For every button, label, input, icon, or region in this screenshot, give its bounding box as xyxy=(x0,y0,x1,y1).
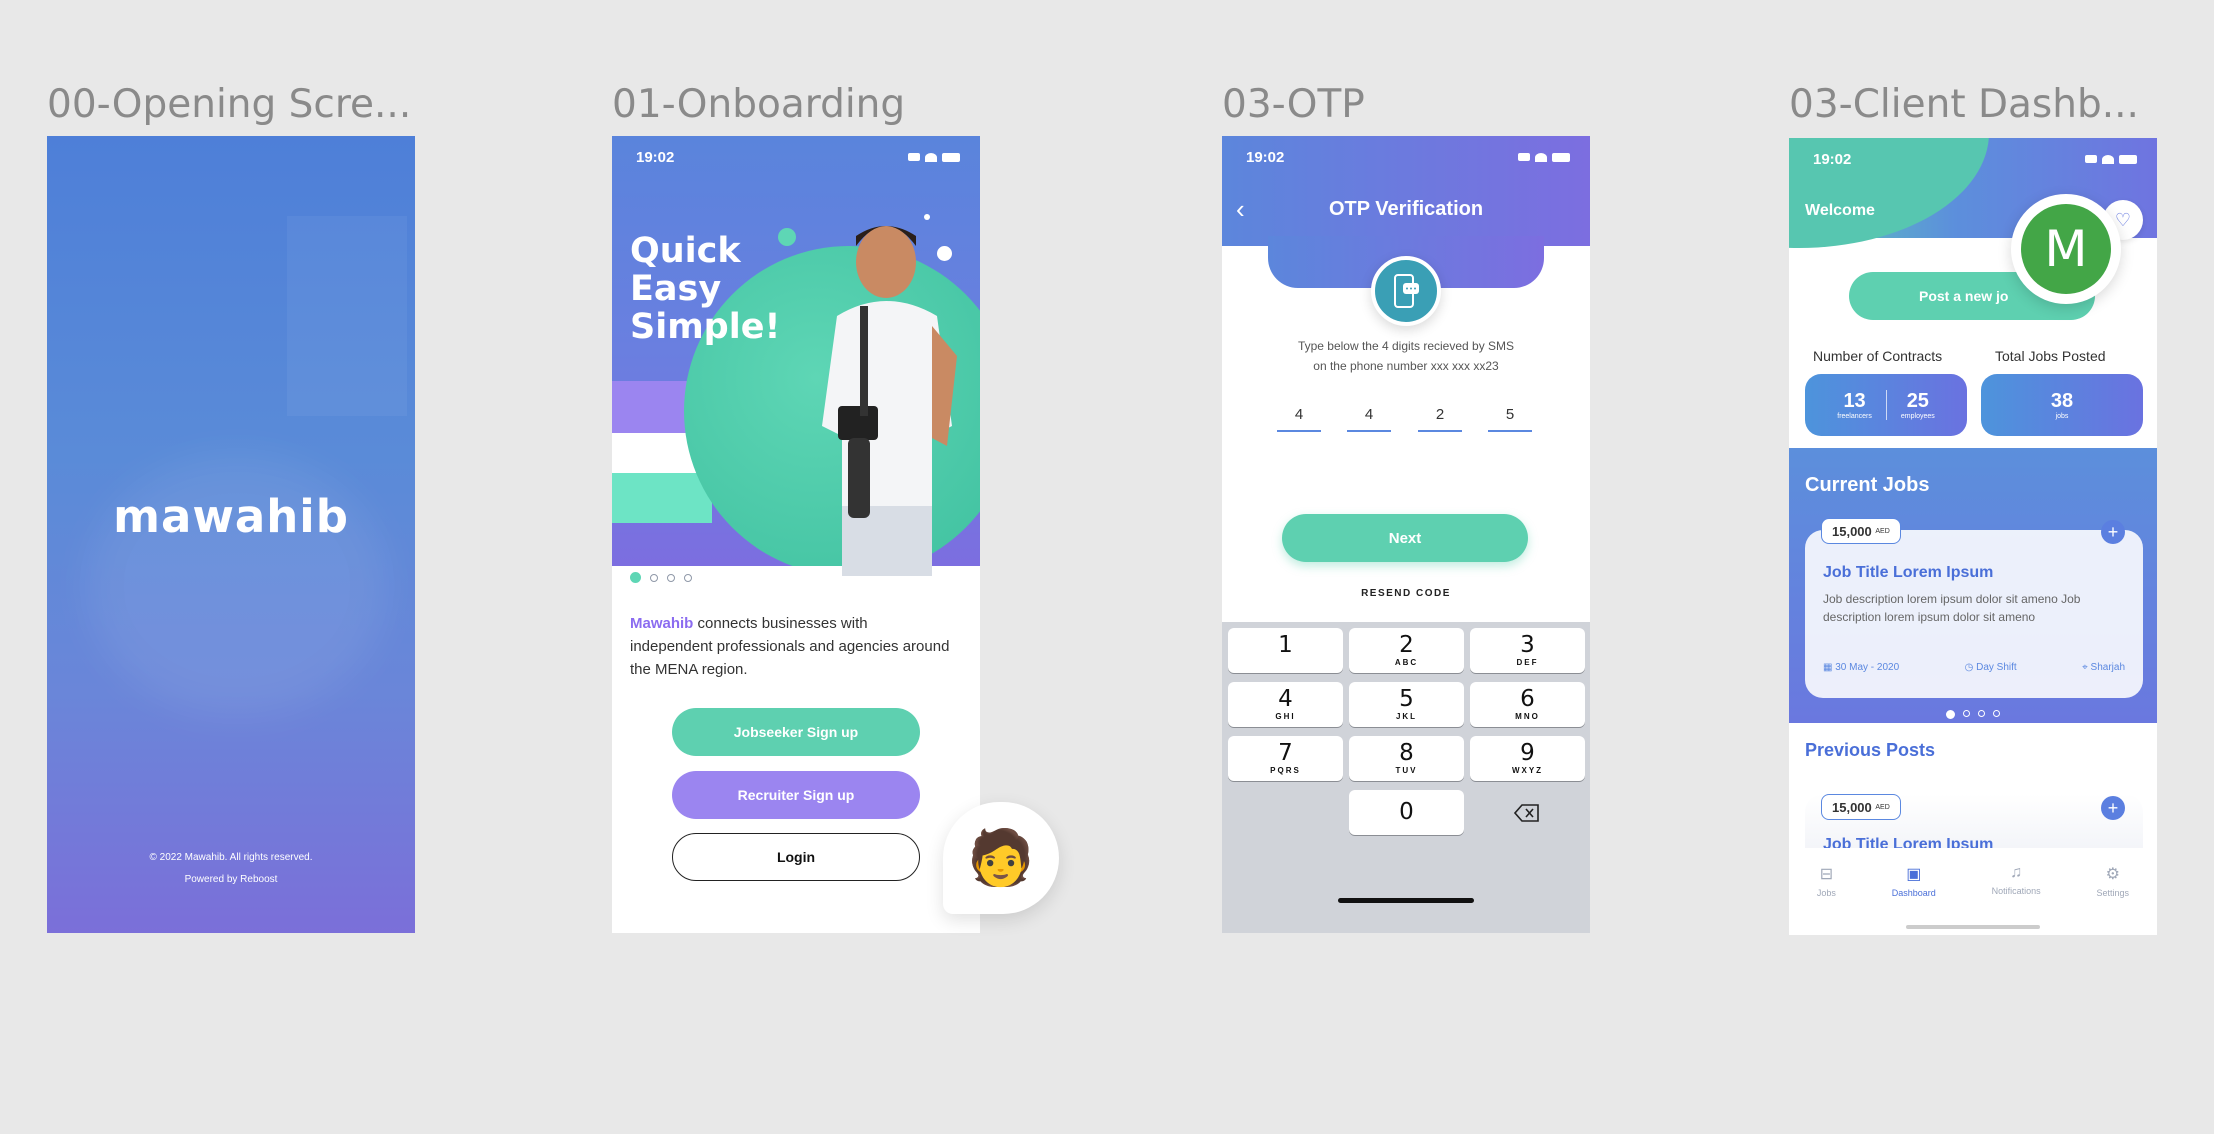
key-8[interactable]: 8 TUV xyxy=(1349,736,1464,781)
numeric-keypad: 1 2 ABC 3 DEF 4 GHI 5 JKL 6 MNO 7 PQRS 8 TUV 9W… xyxy=(1222,622,1590,933)
recruiter-signup-button[interactable]: Recruiter Sign up xyxy=(672,771,920,819)
otp-instructions: Type below the 4 digits recieved by SMS o… xyxy=(1297,339,1515,373)
briefcase-icon: ⊟ xyxy=(1819,866,1834,883)
frame-title-onboarding: 01-Onboarding xyxy=(612,82,906,127)
key-6[interactable]: 6 MNO xyxy=(1470,682,1585,727)
status-bar: 19:02 xyxy=(1246,146,1570,168)
job-card[interactable]: 15,000 AED + Job Title Lorem Ipsum Job d… xyxy=(1805,518,2143,698)
opening-screen: mawahib © 2022 Mawahib. All rights reser… xyxy=(47,136,415,933)
jobs-posted-label: Total Jobs Posted xyxy=(1995,348,2106,364)
login-button[interactable]: Login xyxy=(672,833,920,881)
clock: 19:02 xyxy=(1813,150,1852,168)
welcome-text: Welcome xyxy=(1805,202,1875,219)
next-button[interactable]: Next xyxy=(1282,514,1528,562)
calendar-icon: ▦ 30 May - 2020 xyxy=(1823,662,1900,673)
job-meta: ▦ 30 May - 2020 ◷ Day Shift ⌖ Sharjah xyxy=(1823,662,2125,673)
jobs-posted-card[interactable]: 38 jobs xyxy=(1981,374,2143,436)
current-jobs-title: Current Jobs xyxy=(1805,474,1930,496)
gear-icon: ⚙ xyxy=(2105,866,2120,883)
frame-title-dashboard: 03-Client Dashb... xyxy=(1789,82,2139,127)
headline: Quick Easy Simple! xyxy=(630,231,781,347)
current-jobs-section: Current Jobs 15,000 AED + Job Title Lore… xyxy=(1789,448,2157,723)
clock: 19:02 xyxy=(1246,148,1285,166)
salary-badge: 15,000 AED xyxy=(1821,794,1901,820)
location-icon: ⌖ Sharjah xyxy=(2082,662,2125,673)
mawahib-logo: mawahib xyxy=(113,490,349,543)
onboarding-screen: 19:02 Quick Easy Simple! Mawahib connect… xyxy=(612,136,980,933)
otp-title: OTP Verification xyxy=(1328,198,1484,220)
client-dashboard-screen: 19:02 Welcome ♡ Post a new jo M Number o… xyxy=(1789,138,2157,935)
photographer-image xyxy=(822,226,957,576)
backspace-icon[interactable] xyxy=(1513,804,1540,827)
add-icon[interactable]: + xyxy=(2101,520,2125,544)
status-icons xyxy=(908,152,960,162)
key-9[interactable]: 9 WXYZ xyxy=(1470,736,1585,781)
key-0[interactable]: 0 xyxy=(1349,790,1464,835)
contracts-card[interactable]: 13 freelancers 25 employees xyxy=(1805,374,1967,436)
status-bar: 19:02 xyxy=(1813,148,2137,170)
nav-jobs[interactable]: ⊟ Jobs xyxy=(1817,864,1836,935)
contracts-label: Number of Contracts xyxy=(1813,348,1943,364)
dashboard-icon: ▣ xyxy=(1906,866,1922,883)
otp-digit-4[interactable]: 5 xyxy=(1488,392,1532,432)
nav-settings[interactable]: ⚙ Settings xyxy=(2097,864,2130,935)
clock: 19:02 xyxy=(636,148,675,166)
previous-posts-title: Previous Posts xyxy=(1805,740,1936,760)
key-7[interactable]: 7 PQRS xyxy=(1228,736,1343,781)
key-3[interactable]: 3 DEF xyxy=(1470,628,1585,673)
key-1[interactable]: 1 xyxy=(1228,628,1343,673)
memoji-avatar: 🧑 xyxy=(943,802,1059,914)
job-title: Job Title Lorem Ipsum xyxy=(1823,564,1994,581)
key-4[interactable]: 4 GHI xyxy=(1228,682,1343,727)
otp-screen: 19:02 ‹ OTP Verification Type below the … xyxy=(1222,136,1590,933)
resend-code-link[interactable]: RESEND CODE xyxy=(1222,588,1590,599)
key-5[interactable]: 5 JKL xyxy=(1349,682,1464,727)
status-icons xyxy=(1518,152,1570,162)
job-description: Job description lorem ipsum dolor sit am… xyxy=(1823,592,2081,624)
salary-badge: 15,000 AED xyxy=(1821,518,1901,544)
clock-icon: ◷ Day Shift xyxy=(1964,662,2017,673)
page-indicator[interactable] xyxy=(630,572,692,583)
jobseeker-signup-button[interactable]: Jobseeker Sign up xyxy=(672,708,920,756)
status-bar: 19:02 xyxy=(636,146,960,168)
otp-digit-3[interactable]: 2 xyxy=(1418,392,1462,432)
intro-text: Mawahib connects businesses with indepen… xyxy=(630,615,950,678)
powered-by-text: Powered by Reboost xyxy=(184,874,278,885)
home-indicator xyxy=(1906,925,2040,929)
phone-message-icon xyxy=(1371,256,1441,326)
frame-title-opening: 00-Opening Scre... xyxy=(47,82,412,127)
bell-icon: ♫ xyxy=(2010,864,2023,881)
otp-digit-1[interactable]: 4 xyxy=(1277,392,1321,432)
otp-digit-2[interactable]: 4 xyxy=(1347,392,1391,432)
key-2[interactable]: 2 ABC xyxy=(1349,628,1464,673)
copyright-text: © 2022 Mawahib. All rights reserved. xyxy=(149,852,313,863)
avatar[interactable]: M xyxy=(2011,194,2121,304)
home-indicator xyxy=(1338,898,1474,903)
frame-title-otp: 03-OTP xyxy=(1222,82,1365,127)
bottom-nav: ⊟ Jobs ▣ Dashboard ♫ Notifications ⚙ Setting… xyxy=(1789,848,2157,935)
carousel-dots[interactable] xyxy=(1789,710,2157,719)
add-icon[interactable]: + xyxy=(2101,796,2125,820)
status-icons xyxy=(2085,154,2137,164)
